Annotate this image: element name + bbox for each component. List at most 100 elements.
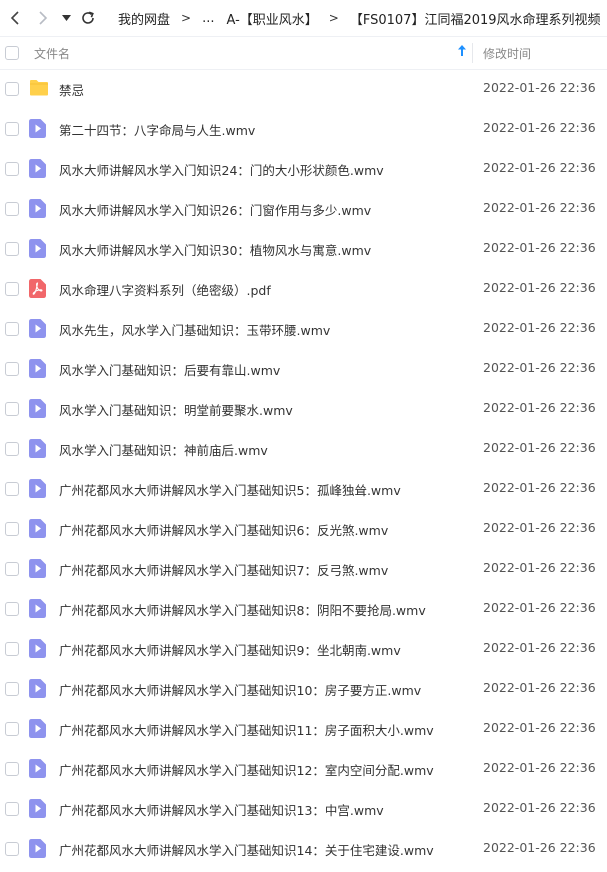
file-name[interactable]: 风水大师讲解风水学入门知识24：门的大小形状颜色.wmv	[59, 160, 384, 179]
video-file-icon	[29, 519, 48, 538]
row-checkbox[interactable]	[5, 122, 19, 136]
file-row[interactable]: 风水大师讲解风水学入门知识26：门窗作用与多少.wmv 2022-01-26 22…	[0, 188, 607, 228]
select-all-checkbox[interactable]	[5, 46, 19, 60]
video-file-icon	[29, 359, 48, 378]
file-row[interactable]: 风水大师讲解风水学入门知识24：门的大小形状颜色.wmv 2022-01-26 2…	[0, 148, 607, 188]
breadcrumb-separator: >	[328, 11, 339, 25]
toolbar: 我的网盘 > ... A-【职业风水】 > 【FS0107】江同福2019风水命…	[0, 0, 607, 36]
file-list: 禁忌 2022-01-26 22:36 第二十四节：八字命局与人生.wmv 2022-…	[0, 68, 607, 868]
row-checkbox[interactable]	[5, 682, 19, 696]
refresh-icon[interactable]	[78, 6, 98, 30]
breadcrumb-item-category[interactable]: A-【职业风水】	[226, 9, 317, 28]
forward-arrow-icon[interactable]	[34, 6, 52, 30]
file-list-header: 文件名 修改时间	[0, 36, 607, 70]
file-row[interactable]: 风水先生，风水学入门基础知识：玉带环腰.wmv 2022-01-26 22:36	[0, 308, 607, 348]
row-checkbox[interactable]	[5, 642, 19, 656]
video-file-icon	[29, 159, 48, 178]
file-row[interactable]: 广州花都风水大师讲解风水学入门基础知识11：房子面积大小.wmv 2022-01-…	[0, 708, 607, 748]
file-row[interactable]: 广州花都风水大师讲解风水学入门基础知识8：阴阳不要抢局.wmv 2022-01-2…	[0, 588, 607, 628]
modified-time: 2022-01-26 22:36	[483, 160, 596, 175]
pdf-file-icon	[29, 279, 48, 298]
row-checkbox[interactable]	[5, 522, 19, 536]
file-row[interactable]: 风水大师讲解风水学入门知识30：植物风水与寓意.wmv 2022-01-26 22…	[0, 228, 607, 268]
file-name[interactable]: 风水大师讲解风水学入门知识26：门窗作用与多少.wmv	[59, 200, 371, 219]
row-checkbox[interactable]	[5, 362, 19, 376]
row-checkbox[interactable]	[5, 162, 19, 176]
row-checkbox[interactable]	[5, 322, 19, 336]
row-checkbox[interactable]	[5, 602, 19, 616]
file-name[interactable]: 广州花都风水大师讲解风水学入门基础知识14：关于住宅建设.wmv	[59, 840, 434, 859]
column-header-modified-time[interactable]: 修改时间	[483, 45, 531, 62]
column-divider[interactable]	[472, 43, 473, 63]
file-row[interactable]: 风水学入门基础知识：明堂前要聚水.wmv 2022-01-26 22:36	[0, 388, 607, 428]
file-name[interactable]: 广州花都风水大师讲解风水学入门基础知识11：房子面积大小.wmv	[59, 720, 434, 739]
file-row[interactable]: 广州花都风水大师讲解风水学入门基础知识9：坐北朝南.wmv 2022-01-26 …	[0, 628, 607, 668]
breadcrumb-item-my-drive[interactable]: 我的网盘	[118, 9, 170, 28]
modified-time: 2022-01-26 22:36	[483, 760, 596, 775]
row-checkbox[interactable]	[5, 562, 19, 576]
column-header-name[interactable]: 文件名	[34, 45, 70, 62]
breadcrumb-separator: >	[181, 11, 192, 25]
modified-time: 2022-01-26 22:36	[483, 600, 596, 615]
row-checkbox[interactable]	[5, 82, 19, 96]
video-file-icon	[29, 479, 48, 498]
back-arrow-icon[interactable]	[6, 6, 24, 30]
file-row[interactable]: 风水学入门基础知识：后要有靠山.wmv 2022-01-26 22:36	[0, 348, 607, 388]
row-checkbox[interactable]	[5, 722, 19, 736]
file-row[interactable]: 第二十四节：八字命局与人生.wmv 2022-01-26 22:36	[0, 108, 607, 148]
modified-time: 2022-01-26 22:36	[483, 400, 596, 415]
row-checkbox[interactable]	[5, 482, 19, 496]
history-dropdown-icon[interactable]	[59, 6, 73, 30]
row-checkbox[interactable]	[5, 802, 19, 816]
file-name[interactable]: 风水学入门基础知识：神前庙后.wmv	[59, 440, 268, 459]
file-row[interactable]: 广州花都风水大师讲解风水学入门基础知识6：反光煞.wmv 2022-01-26 2…	[0, 508, 607, 548]
file-row[interactable]: 禁忌 2022-01-26 22:36	[0, 68, 607, 108]
file-name[interactable]: 广州花都风水大师讲解风水学入门基础知识10：房子要方正.wmv	[59, 680, 421, 699]
file-row[interactable]: 广州花都风水大师讲解风水学入门基础知识13：中宫.wmv 2022-01-26 2…	[0, 788, 607, 828]
file-name[interactable]: 广州花都风水大师讲解风水学入门基础知识7：反弓煞.wmv	[59, 560, 388, 579]
file-name[interactable]: 广州花都风水大师讲解风水学入门基础知识13：中宫.wmv	[59, 800, 384, 819]
row-checkbox[interactable]	[5, 202, 19, 216]
row-checkbox[interactable]	[5, 762, 19, 776]
file-name[interactable]: 广州花都风水大师讲解风水学入门基础知识6：反光煞.wmv	[59, 520, 388, 539]
file-name[interactable]: 风水先生，风水学入门基础知识：玉带环腰.wmv	[59, 320, 330, 339]
row-checkbox[interactable]	[5, 442, 19, 456]
row-checkbox[interactable]	[5, 282, 19, 296]
file-row[interactable]: 广州花都风水大师讲解风水学入门基础知识10：房子要方正.wmv 2022-01-2…	[0, 668, 607, 708]
file-name[interactable]: 第二十四节：八字命局与人生.wmv	[59, 120, 255, 139]
modified-time: 2022-01-26 22:36	[483, 560, 596, 575]
file-name[interactable]: 广州花都风水大师讲解风水学入门基础知识8：阴阳不要抢局.wmv	[59, 600, 426, 619]
row-checkbox[interactable]	[5, 402, 19, 416]
video-file-icon	[29, 439, 48, 458]
video-file-icon	[29, 679, 48, 698]
file-row[interactable]: 风水命理八字资料系列（绝密级）.pdf 2022-01-26 22:36	[0, 268, 607, 308]
file-name[interactable]: 广州花都风水大师讲解风水学入门基础知识9：坐北朝南.wmv	[59, 640, 401, 659]
sort-ascending-icon[interactable]	[458, 45, 466, 59]
breadcrumb-item-current-folder[interactable]: 【FS0107】江同福2019风水命理系列视频	[350, 9, 601, 28]
video-file-icon	[29, 399, 48, 418]
row-checkbox[interactable]	[5, 842, 19, 856]
folder-icon	[29, 79, 48, 98]
file-name[interactable]: 广州花都风水大师讲解风水学入门基础知识12：室内空间分配.wmv	[59, 760, 434, 779]
file-row[interactable]: 广州花都风水大师讲解风水学入门基础知识14：关于住宅建设.wmv 2022-01-…	[0, 828, 607, 868]
modified-time: 2022-01-26 22:36	[483, 520, 596, 535]
file-name[interactable]: 风水大师讲解风水学入门知识30：植物风水与寓意.wmv	[59, 240, 371, 259]
file-row[interactable]: 广州花都风水大师讲解风水学入门基础知识5：孤峰独耸.wmv 2022-01-26 …	[0, 468, 607, 508]
file-name[interactable]: 禁忌	[59, 80, 84, 99]
video-file-icon	[29, 799, 48, 818]
video-file-icon	[29, 759, 48, 778]
video-file-icon	[29, 639, 48, 658]
video-file-icon	[29, 239, 48, 258]
file-row[interactable]: 广州花都风水大师讲解风水学入门基础知识12：室内空间分配.wmv 2022-01-…	[0, 748, 607, 788]
breadcrumb: 我的网盘 > ... A-【职业风水】 > 【FS0107】江同福2019风水命…	[118, 0, 607, 36]
video-file-icon	[29, 599, 48, 618]
file-name[interactable]: 风水学入门基础知识：明堂前要聚水.wmv	[59, 400, 293, 419]
file-name[interactable]: 风水学入门基础知识：后要有靠山.wmv	[59, 360, 280, 379]
file-name[interactable]: 广州花都风水大师讲解风水学入门基础知识5：孤峰独耸.wmv	[59, 480, 401, 499]
row-checkbox[interactable]	[5, 242, 19, 256]
file-row[interactable]: 广州花都风水大师讲解风水学入门基础知识7：反弓煞.wmv 2022-01-26 2…	[0, 548, 607, 588]
breadcrumb-ellipsis[interactable]: ...	[202, 11, 214, 26]
file-name[interactable]: 风水命理八字资料系列（绝密级）.pdf	[59, 280, 271, 299]
modified-time: 2022-01-26 22:36	[483, 720, 596, 735]
file-row[interactable]: 风水学入门基础知识：神前庙后.wmv 2022-01-26 22:36	[0, 428, 607, 468]
